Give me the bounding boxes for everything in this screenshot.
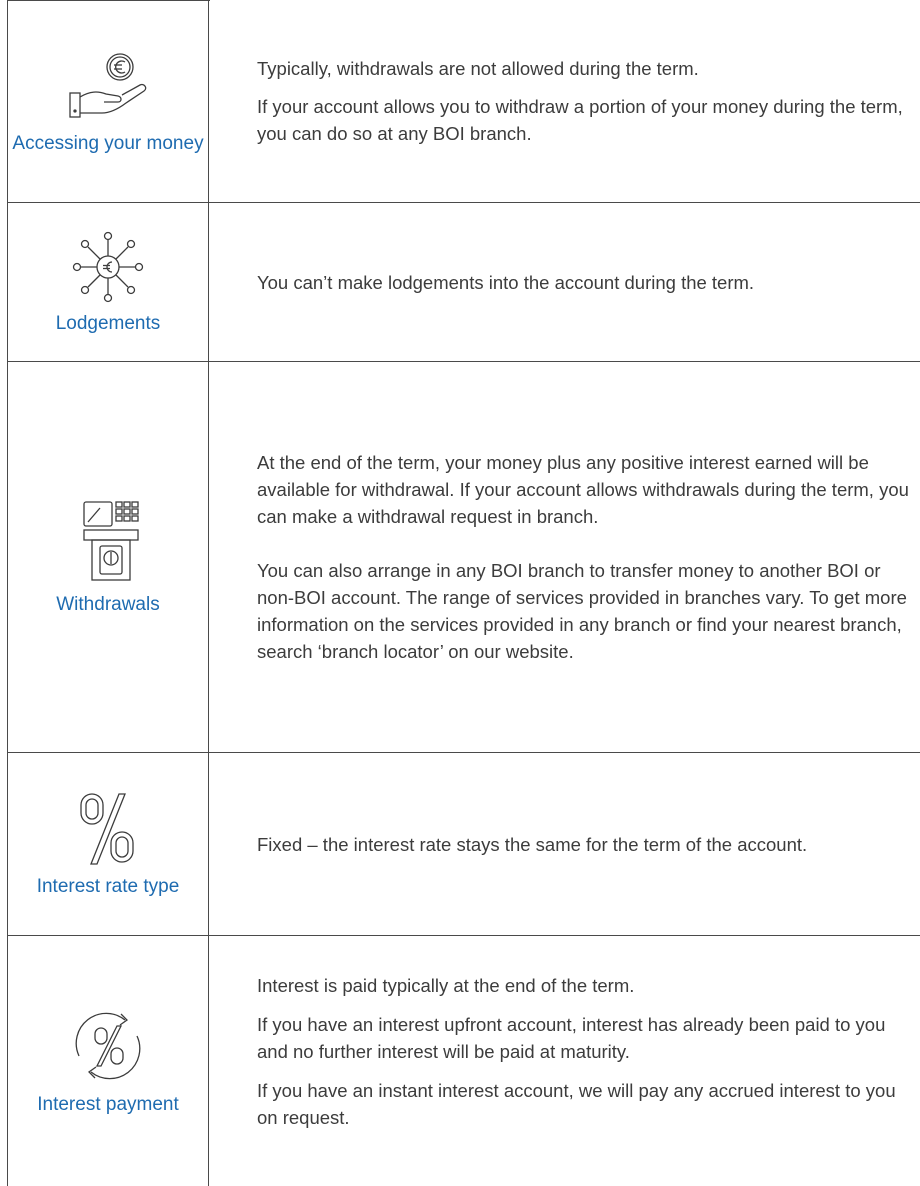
table-row: Accessing your money Typically, withdraw…	[7, 0, 920, 203]
row-description-cell: Fixed – the interest rate stays the same…	[209, 753, 920, 935]
row-label: Withdrawals	[56, 593, 160, 615]
table-top-border	[7, 0, 210, 1]
table-row: Lodgements You can’t make lodgements int…	[7, 203, 920, 362]
row-paragraph: You can also arrange in any BOI branch t…	[257, 560, 907, 662]
row-description-cell: You can’t make lodgements into the accou…	[209, 203, 920, 361]
row-label: Interest rate type	[36, 875, 180, 897]
table-row: Withdrawals At the end of the term, your…	[7, 362, 920, 753]
row-description-cell: Interest is paid typically at the end of…	[209, 936, 920, 1186]
row-description-cell: Typically, withdrawals are not allowed d…	[209, 0, 920, 202]
atm-card-icon	[70, 498, 146, 586]
row-label-cell: Withdrawals	[7, 362, 209, 752]
row-label-cell: Accessing your money	[7, 0, 209, 202]
table-row: Interest payment Interest is paid typica…	[7, 936, 920, 1186]
row-paragraph: Typically, withdrawals are not allowed d…	[257, 58, 699, 79]
row-paragraph: At the end of the term, your money plus …	[257, 452, 909, 527]
table-row: Interest rate type Fixed – the interest …	[7, 753, 920, 936]
euro-network-icon	[68, 229, 148, 305]
row-paragraph: Fixed – the interest rate stays the same…	[257, 833, 808, 855]
features-table: Accessing your money Typically, withdraw…	[7, 0, 920, 1186]
row-description-cell: At the end of the term, your money plus …	[209, 362, 920, 752]
row-paragraph: If you have an interest upfront account,…	[257, 1014, 886, 1062]
row-paragraph: Interest is paid typically at the end of…	[257, 975, 635, 996]
row-label: Lodgements	[55, 312, 161, 334]
row-label-cell: Interest payment	[7, 936, 209, 1186]
row-paragraph: You can’t make lodgements into the accou…	[257, 271, 755, 293]
row-label-cell: Lodgements	[7, 203, 209, 361]
row-paragraph: If you have an instant interest account,…	[257, 1080, 896, 1128]
row-label: Accessing your money	[12, 132, 204, 154]
row-label-cell: Interest rate type	[7, 753, 209, 935]
percent-cycle-icon	[65, 1006, 151, 1086]
hand-euro-coin-icon	[58, 47, 158, 125]
row-label: Interest payment	[37, 1093, 179, 1115]
percent-icon	[75, 790, 141, 868]
row-paragraph: If your account allows you to withdraw a…	[257, 96, 903, 144]
